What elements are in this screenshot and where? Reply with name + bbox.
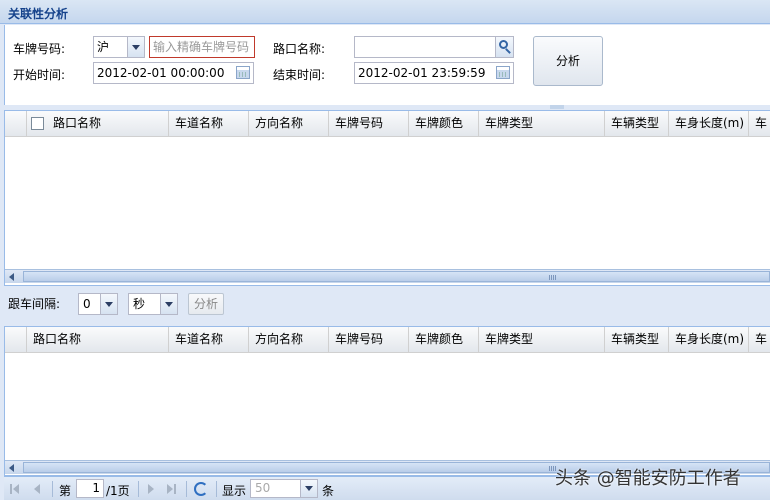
first-page-bar <box>10 484 12 494</box>
col-plate-number[interactable]: 车牌号码 <box>329 327 409 353</box>
col-crossing[interactable]: 路口名称 <box>27 327 169 353</box>
separator <box>186 481 187 497</box>
show-label: 显示 <box>222 484 247 498</box>
refresh-icon[interactable] <box>194 482 208 496</box>
results-grid-header: 路口名称 车道名称 方向名称 车牌号码 车牌颜色 车牌类型 车辆类型 车身长度(… <box>5 111 770 137</box>
search-icon-handle <box>505 48 511 54</box>
horizontal-scrollbar[interactable] <box>5 269 770 283</box>
col-plate-type[interactable]: 车牌类型 <box>479 111 605 137</box>
interval-select[interactable]: 0 <box>78 293 118 315</box>
follow-interval-label: 跟车间隔: <box>8 297 61 311</box>
first-page-arrow <box>13 484 19 494</box>
col-direction[interactable]: 方向名称 <box>249 111 329 137</box>
watermark: 头条 @智能安防工作者 <box>555 468 741 489</box>
col-plate-color[interactable]: 车牌颜色 <box>409 111 479 137</box>
grip-icon <box>549 275 557 280</box>
calendar-icon[interactable] <box>236 66 250 79</box>
end-time-value: 2012-02-01 23:59:59 <box>358 66 486 80</box>
crossing-input[interactable] <box>354 36 514 58</box>
plate-label: 车牌号码: <box>13 42 66 56</box>
col-plate-number[interactable]: 车牌号码 <box>329 111 409 137</box>
col-truncated[interactable]: 车 <box>749 327 770 353</box>
province-value: 沪 <box>97 40 110 54</box>
unit-value: 秒 <box>133 297 146 311</box>
chevron-down-icon <box>305 486 313 491</box>
unit-select[interactable]: 秒 <box>128 293 178 315</box>
collapse-handle[interactable] <box>550 105 564 109</box>
first-page-icon[interactable] <box>10 483 22 495</box>
follow-grid-header: 路口名称 车道名称 方向名称 车牌号码 车牌颜色 车牌类型 车辆类型 车身长度(… <box>5 327 770 353</box>
row-number-header <box>5 111 27 137</box>
col-truncated[interactable]: 车 <box>749 111 770 137</box>
crossing-label: 路口名称: <box>273 42 326 56</box>
chevron-down-icon <box>165 302 173 307</box>
crossing-search-trigger[interactable] <box>495 37 513 57</box>
calendar-icon[interactable] <box>496 66 510 79</box>
last-page-arrow <box>167 484 173 494</box>
page-size-trigger[interactable] <box>300 480 317 497</box>
col-vehicle-type[interactable]: 车辆类型 <box>605 327 669 353</box>
page-number-value: 1 <box>92 481 100 495</box>
follow-results-grid: 路口名称 车道名称 方向名称 车牌号码 车牌颜色 车牌类型 车辆类型 车身长度(… <box>4 326 770 476</box>
col-body-length[interactable]: 车身长度(m) <box>669 111 749 137</box>
results-grid: 路口名称 车道名称 方向名称 车牌号码 车牌颜色 车牌类型 车辆类型 车身长度(… <box>4 110 770 286</box>
interval-value: 0 <box>83 297 91 311</box>
start-time-input[interactable]: 2012-02-01 00:00:00 <box>93 62 254 84</box>
plate-number-placeholder: 输入精确车牌号码 <box>153 40 250 54</box>
follow-analyze-button[interactable]: 分析 <box>188 293 224 315</box>
scroll-thumb[interactable] <box>23 271 770 282</box>
follow-toolbar: 跟车间隔: 0 秒 分析 <box>4 286 770 326</box>
end-time-input[interactable]: 2012-02-01 23:59:59 <box>354 62 514 84</box>
scroll-left-icon[interactable] <box>9 464 14 472</box>
start-time-label: 开始时间: <box>13 68 66 82</box>
col-body-length[interactable]: 车身长度(m) <box>669 327 749 353</box>
last-page-bar <box>174 484 176 494</box>
page-prefix: 第 <box>59 484 72 498</box>
interval-dropdown-trigger[interactable] <box>100 294 117 314</box>
last-page-icon[interactable] <box>166 483 178 495</box>
separator <box>138 481 139 497</box>
plate-number-input[interactable]: 输入精确车牌号码 <box>149 36 255 58</box>
start-time-value: 2012-02-01 00:00:00 <box>97 66 225 80</box>
end-time-label: 结束时间: <box>273 68 326 82</box>
prev-page-arrow <box>34 484 40 494</box>
col-lane[interactable]: 车道名称 <box>169 111 249 137</box>
province-select[interactable]: 沪 <box>93 36 145 58</box>
page-suffix: /1页 <box>106 484 130 498</box>
separator <box>216 481 217 497</box>
chevron-down-icon <box>132 45 140 50</box>
col-crossing[interactable]: 路口名称 <box>47 111 169 137</box>
separator <box>52 481 53 497</box>
col-lane[interactable]: 车道名称 <box>169 327 249 353</box>
panel-title: 关联性分析 <box>8 7 69 21</box>
col-plate-color[interactable]: 车牌颜色 <box>409 327 479 353</box>
prev-page-icon[interactable] <box>32 483 44 495</box>
analyze-button[interactable]: 分析 <box>533 36 603 86</box>
next-page-arrow <box>148 484 154 494</box>
page-size-select[interactable]: 50 <box>250 479 318 498</box>
next-page-icon[interactable] <box>146 483 158 495</box>
chevron-down-icon <box>105 302 113 307</box>
panel-header: 关联性分析 <box>0 0 770 24</box>
search-form: 车牌号码: 沪 输入精确车牌号码 路口名称: 开始时间: 2012-02-01 … <box>4 25 770 105</box>
row-number-header <box>5 327 27 353</box>
province-dropdown-trigger[interactable] <box>127 37 144 57</box>
col-plate-type[interactable]: 车牌类型 <box>479 327 605 353</box>
page-number-input[interactable]: 1 <box>76 479 104 498</box>
page-size-value: 50 <box>255 481 271 495</box>
page-size-unit: 条 <box>322 484 335 498</box>
col-direction[interactable]: 方向名称 <box>249 327 329 353</box>
col-vehicle-type[interactable]: 车辆类型 <box>605 111 669 137</box>
select-all-checkbox[interactable] <box>31 117 44 130</box>
scroll-left-icon[interactable] <box>9 273 14 281</box>
unit-dropdown-trigger[interactable] <box>160 294 177 314</box>
